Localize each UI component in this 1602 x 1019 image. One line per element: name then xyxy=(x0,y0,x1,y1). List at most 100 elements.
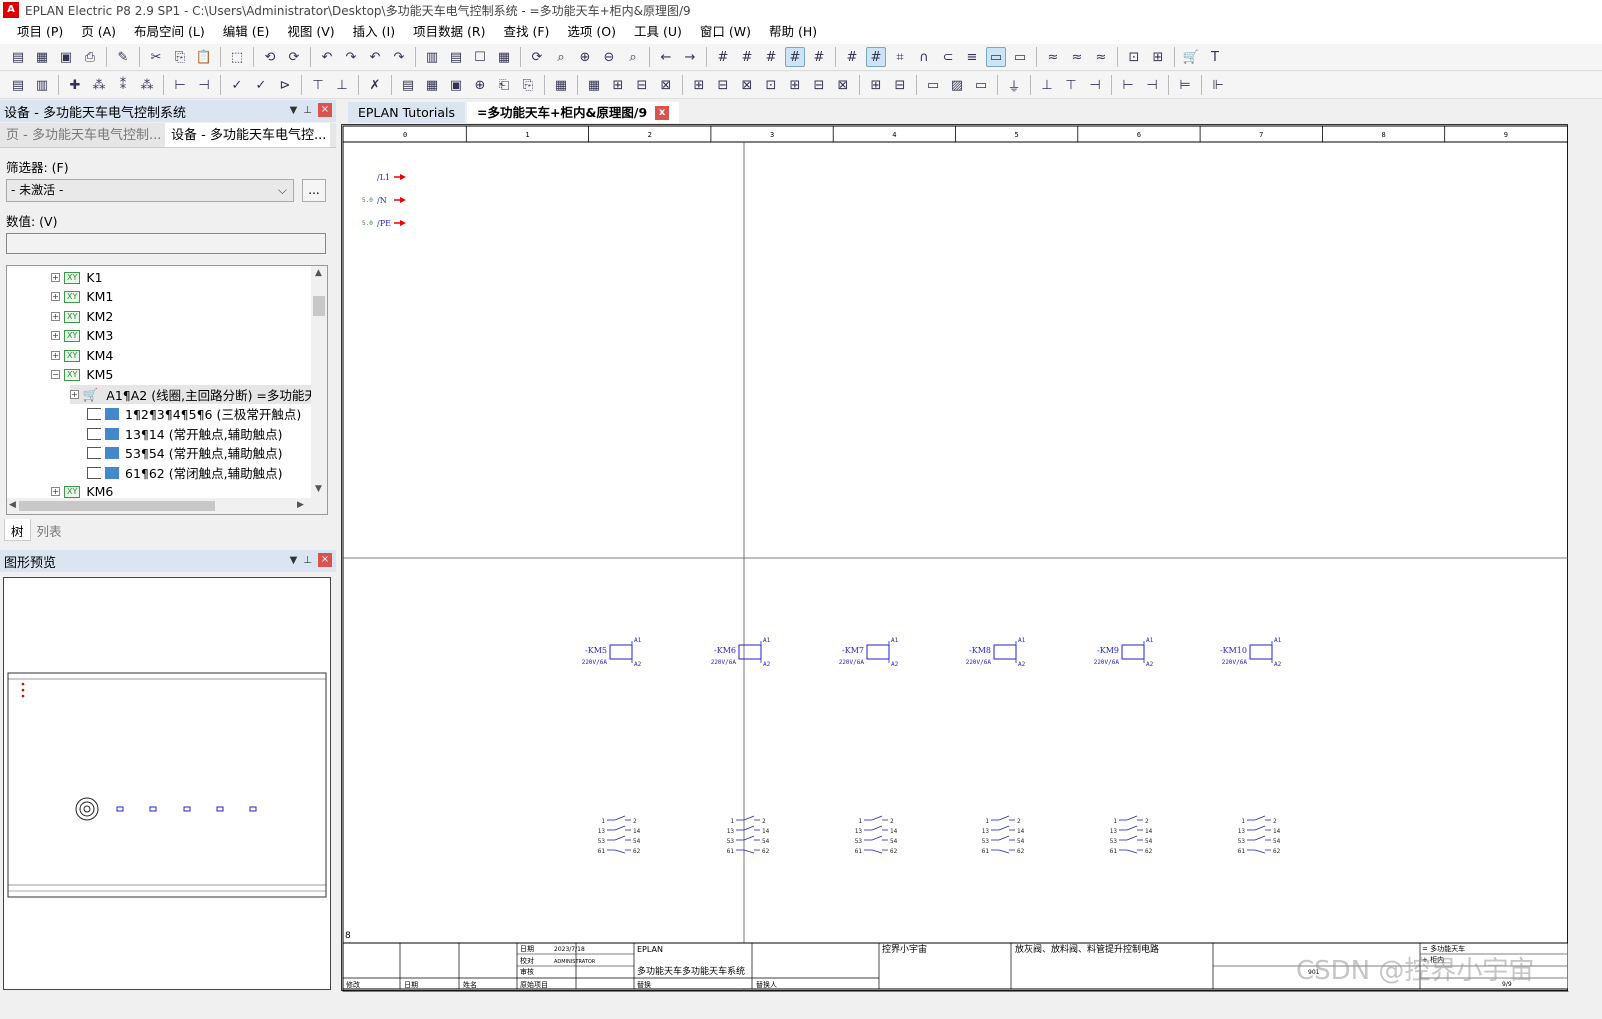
tree-node-km5-53-54[interactable]: 53¶54 (常开触点,辅助触点) xyxy=(87,443,282,462)
scroll-left-icon[interactable]: ◀ xyxy=(9,500,16,510)
toolbar-button-icon[interactable]: ⊟ xyxy=(890,75,910,95)
menu-options[interactable]: 选项 (O) xyxy=(558,20,625,44)
close-icon[interactable]: × xyxy=(318,553,332,567)
toolbar-button-icon[interactable]: ⊞ xyxy=(608,75,628,95)
tree-node-km3[interactable]: + XY KM3 xyxy=(51,326,113,345)
pin-icon[interactable]: ⊥ xyxy=(303,105,312,116)
scroll-right-icon[interactable]: ▶ xyxy=(297,500,304,510)
toolbar-button-icon[interactable]: ⊣ xyxy=(1142,75,1162,95)
toolbar-button-icon[interactable]: ▭ xyxy=(1010,47,1030,67)
toolbar-button-icon[interactable]: ⊩ xyxy=(1208,75,1228,95)
toolbar-button-icon[interactable]: ⊨ xyxy=(1175,75,1195,95)
toolbar-button-icon[interactable]: T xyxy=(1205,47,1225,67)
filter-more-button[interactable]: ... xyxy=(302,179,326,202)
toolbar-button-icon[interactable]: ✓ xyxy=(227,75,247,95)
tree-node-km5-61-62[interactable]: 61¶62 (常闭触点,辅助触点) xyxy=(87,463,282,482)
toolbar-button-icon[interactable]: # xyxy=(866,47,886,67)
tab-schematic-page[interactable]: =多功能天车+柜内&原理图/9 x xyxy=(467,102,680,123)
toolbar-button-icon[interactable]: ▤ xyxy=(398,75,418,95)
toolbar-button-icon[interactable]: # xyxy=(785,47,805,67)
canvas-vertical-scrollbar[interactable] xyxy=(1568,124,1602,991)
tree-node-km5[interactable]: − XY KM5 xyxy=(51,365,113,384)
toolbar-button-icon[interactable]: ↶ xyxy=(317,47,337,67)
tree-horizontal-scrollbar[interactable]: ◀ ▶ xyxy=(7,498,327,514)
collapse-icon[interactable]: − xyxy=(51,370,60,379)
menu-edit[interactable]: 编辑 (E) xyxy=(214,20,279,44)
toolbar-button-icon[interactable]: ▦ xyxy=(584,75,604,95)
toolbar-button-icon[interactable]: ⊣ xyxy=(1085,75,1105,95)
toolbar-button-icon[interactable]: ≈ xyxy=(1043,47,1063,67)
toolbar-button-icon[interactable]: ⁑ xyxy=(113,75,133,95)
toolbar-button-icon[interactable]: ⊟ xyxy=(809,75,829,95)
toolbar-button-icon[interactable]: ⊣ xyxy=(194,75,214,95)
menu-layout-space[interactable]: 布局空间 (L) xyxy=(125,20,214,44)
toolbar-button-icon[interactable]: ⊟ xyxy=(632,75,652,95)
tab-list[interactable]: 列表 xyxy=(31,519,68,541)
toolbar-button-icon[interactable]: # xyxy=(809,47,829,67)
close-tab-icon[interactable]: x xyxy=(655,105,670,120)
tab-devices[interactable]: 设备 - 多功能天车电气控... xyxy=(165,123,330,147)
toolbar-button-icon[interactable]: ▭ xyxy=(986,47,1006,67)
toolbar-button-icon[interactable]: ✚ xyxy=(65,75,85,95)
toolbar-button-icon[interactable]: ▣ xyxy=(446,75,466,95)
toolbar-button-icon[interactable]: ⊟ xyxy=(713,75,733,95)
toolbar-button-icon[interactable]: # xyxy=(842,47,862,67)
tree-vertical-scrollbar[interactable]: ▲ ▼ xyxy=(311,266,327,498)
toolbar-button-icon[interactable]: ⊳ xyxy=(275,75,295,95)
toolbar-button-icon[interactable]: ⁂ xyxy=(89,75,109,95)
dropdown-icon[interactable]: ▼ xyxy=(290,555,298,566)
toolbar-button-icon[interactable]: ⊞ xyxy=(866,75,886,95)
toolbar-button-icon[interactable]: ⊠ xyxy=(656,75,676,95)
toolbar-button-icon[interactable]: ⊠ xyxy=(833,75,853,95)
toolbar-button-icon[interactable]: ▦ xyxy=(494,47,514,67)
toolbar-button-icon[interactable]: → xyxy=(680,47,700,67)
toolbar-button-icon[interactable]: ▦ xyxy=(551,75,571,95)
toolbar-button-icon[interactable]: ⊥ xyxy=(332,75,352,95)
filter-select[interactable]: - 未激活 - ⌵ xyxy=(6,179,294,202)
toolbar-button-icon[interactable]: ⟳ xyxy=(527,47,547,67)
tab-eplan-tutorials[interactable]: EPLAN Tutorials xyxy=(348,102,466,123)
toolbar-button-icon[interactable]: ⊕ xyxy=(575,47,595,67)
tree-node-km4[interactable]: + XY KM4 xyxy=(51,346,113,365)
menu-insert[interactable]: 插入 (I) xyxy=(344,20,404,44)
toolbar-button-icon[interactable]: ⊡ xyxy=(761,75,781,95)
toolbar-button-icon[interactable]: ✂ xyxy=(146,47,166,67)
toolbar-button-icon[interactable]: ☐ xyxy=(470,47,490,67)
toolbar-button-icon[interactable]: ▭ xyxy=(923,75,943,95)
expand-icon[interactable]: + xyxy=(51,351,60,360)
toolbar-button-icon[interactable]: ▥ xyxy=(32,75,52,95)
menu-window[interactable]: 窗口 (W) xyxy=(691,20,760,44)
close-icon[interactable]: × xyxy=(318,103,332,117)
menu-page[interactable]: 页 (A) xyxy=(72,20,125,44)
toolbar-button-icon[interactable]: ⊂ xyxy=(938,47,958,67)
tree-node-km5-main-contacts[interactable]: 1¶2¶3¶4¶5¶6 (三极常开触点) xyxy=(87,404,301,423)
toolbar-button-icon[interactable]: ▣ xyxy=(56,47,76,67)
toolbar-button-icon[interactable]: ⊢ xyxy=(170,75,190,95)
menu-view[interactable]: 视图 (V) xyxy=(278,20,343,44)
tree-node-km1[interactable]: + XY KM1 xyxy=(51,287,113,306)
menu-project-data[interactable]: 项目数据 (R) xyxy=(404,20,494,44)
toolbar-button-icon[interactable]: ⊞ xyxy=(785,75,805,95)
toolbar-button-icon[interactable]: ▤ xyxy=(446,47,466,67)
toolbar-button-icon[interactable]: ⊠ xyxy=(737,75,757,95)
menu-tools[interactable]: 工具 (U) xyxy=(625,20,691,44)
menu-project[interactable]: 项目 (P) xyxy=(8,20,72,44)
tree-node-km5-coil[interactable]: + 🛒 A1¶A2 (线圈,主回路分断) =多功能天 xyxy=(70,385,317,404)
toolbar-button-icon[interactable]: ▤ xyxy=(8,47,28,67)
toolbar-button-icon[interactable]: ⊤ xyxy=(1061,75,1081,95)
menu-help[interactable]: 帮助 (H) xyxy=(760,20,826,44)
expand-icon[interactable]: + xyxy=(51,487,60,496)
toolbar-button-icon[interactable]: ⬚ xyxy=(227,47,247,67)
toolbar-button-icon[interactable]: ≡ xyxy=(962,47,982,67)
toolbar-button-icon[interactable]: ⊕ xyxy=(470,75,490,95)
toolbar-button-icon[interactable]: ≈ xyxy=(1091,47,1111,67)
tab-tree[interactable]: 树 xyxy=(4,519,31,541)
toolbar-button-icon[interactable]: ▥ xyxy=(422,47,442,67)
toolbar-button-icon[interactable]: # xyxy=(737,47,757,67)
toolbar-button-icon[interactable]: ↷ xyxy=(341,47,361,67)
toolbar-button-icon[interactable]: ⊖ xyxy=(599,47,619,67)
toolbar-button-icon[interactable]: ▭ xyxy=(971,75,991,95)
toolbar-button-icon[interactable]: ⎘ xyxy=(518,75,538,95)
toolbar-button-icon[interactable]: ↷ xyxy=(389,47,409,67)
expand-icon[interactable]: + xyxy=(51,312,60,321)
